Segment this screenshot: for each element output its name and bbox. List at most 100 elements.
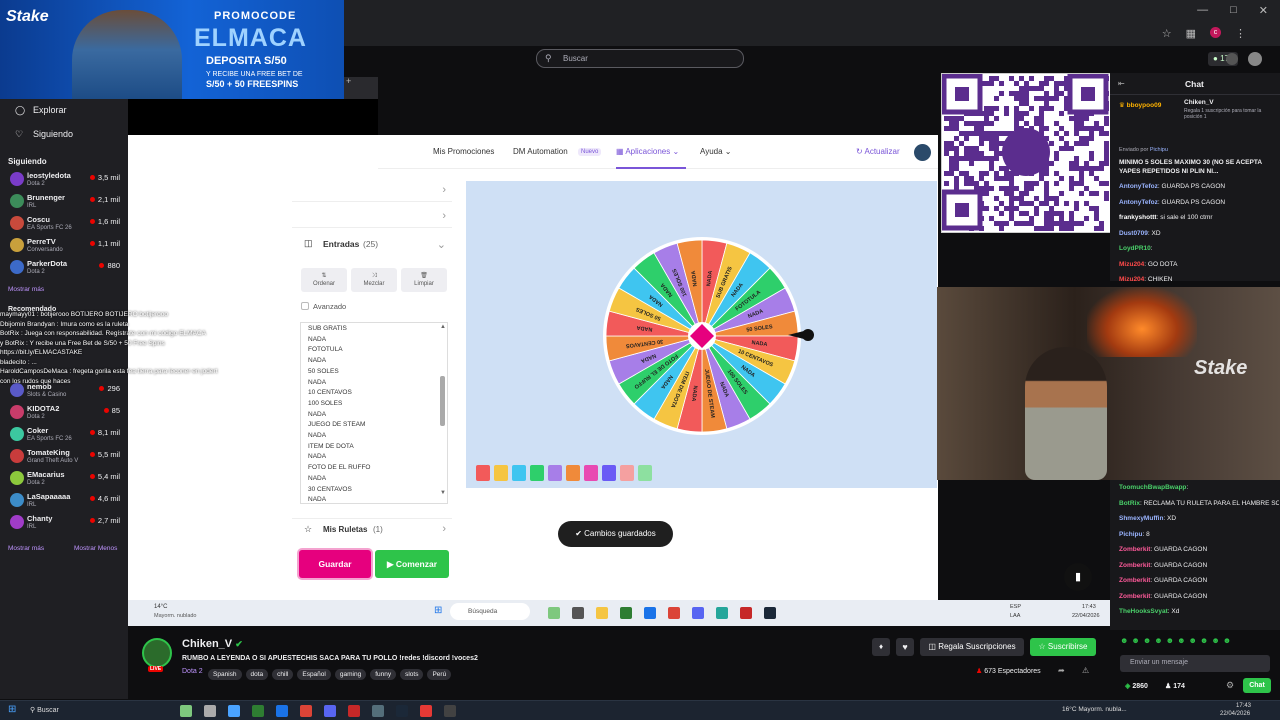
chat-message-user[interactable]: Mizu204 (1119, 276, 1144, 281)
palette-swatch[interactable] (566, 465, 580, 481)
taskbar-app-icon[interactable] (620, 607, 632, 619)
stream-game[interactable]: Dota 2 (182, 668, 203, 675)
notifications-bell-icon[interactable]: ♦ (872, 638, 890, 656)
nav-explorar[interactable]: ◯ Explorar (15, 105, 67, 116)
palette-swatch[interactable] (638, 465, 652, 481)
palette-swatch[interactable] (620, 465, 634, 481)
taskbar-app-icon[interactable] (716, 607, 728, 619)
taskbar-app-icon[interactable] (548, 607, 560, 619)
chat-message-user[interactable]: LoydPR10 (1119, 245, 1151, 252)
close-icon[interactable]: ✕ (1259, 4, 1268, 17)
chat-send-button[interactable]: Chat (1243, 678, 1271, 693)
show-less-recommended[interactable]: Mostrar Menos (74, 545, 117, 552)
chat-input[interactable]: Enviar un mensaje (1120, 655, 1270, 672)
chat-message-user[interactable]: ToomuchBwapBwapp (1119, 484, 1186, 491)
taskbar-app-icon[interactable] (324, 705, 336, 717)
channel-item[interactable]: Coscu EA Sports FC 26 1,6 mil (8, 214, 124, 234)
channel-item[interactable]: ParkerDota Dota 2 880 (8, 258, 124, 278)
settings-gear-icon[interactable]: ⚙ (1226, 680, 1234, 691)
channel-item[interactable]: Brunenger IRL 2,1 mil (8, 192, 124, 212)
taskbar-app-icon[interactable] (180, 705, 192, 717)
chat-message-user[interactable]: AntonyTefoz (1119, 199, 1158, 206)
chat-message-user[interactable]: AntonyTefoz (1119, 183, 1158, 190)
emote-row[interactable]: ☻☻☻☻☻☻☻☻☻☻ (1120, 636, 1270, 650)
chat-message-user[interactable]: ShmexyMuffin (1119, 515, 1163, 522)
channel-avatar[interactable] (142, 638, 172, 668)
minimize-icon[interactable]: — (1197, 4, 1208, 17)
extensions-icon[interactable]: ▦ (1186, 27, 1196, 40)
chat-message-user[interactable]: Zomberkit (1119, 577, 1150, 584)
taskbar-app-icon[interactable] (740, 607, 752, 619)
chat-message-user[interactable]: Mizu204 (1119, 261, 1144, 268)
search-input[interactable]: ⚲ Buscar (536, 49, 744, 68)
color-palette[interactable] (472, 465, 664, 481)
chat-message-user[interactable]: Dust0709 (1119, 230, 1148, 237)
palette-swatch[interactable] (602, 465, 616, 481)
palette-swatch[interactable] (530, 465, 544, 481)
user-avatar[interactable] (1226, 53, 1238, 65)
scroll-down-icon[interactable]: ▼ (440, 490, 446, 496)
taskbar-app-icon[interactable] (764, 607, 776, 619)
report-icon[interactable]: ⚠ (1082, 666, 1089, 675)
stream-tag[interactable]: Spanish (208, 669, 242, 680)
chat-message-user[interactable]: BotRix (1119, 500, 1140, 507)
channel-item[interactable]: Coker EA Sports FC 26 8,1 mil (8, 425, 124, 445)
stream-tag[interactable]: slots (400, 669, 424, 680)
channel-item[interactable]: LaSapaaaaa IRL 4,6 mil (8, 491, 124, 511)
update-button[interactable]: ↻ Actualizar (856, 147, 900, 156)
channel-points[interactable]: ◈ 2860 (1125, 682, 1148, 690)
palette-swatch[interactable] (548, 465, 562, 481)
channel-name-row[interactable]: Chiken_V ✔ (182, 638, 243, 650)
app-user-avatar[interactable] (914, 144, 931, 161)
entries-textarea[interactable]: SUB GRATIS NADA FOTOTULA NADA 50 SOLES NADA 10… (300, 322, 448, 504)
shuffle-button[interactable]: ⤨ Mezclar (351, 268, 397, 292)
channel-item[interactable]: TomateKing Grand Theft Auto V 5,5 mil (8, 447, 124, 467)
stream-tag[interactable]: dota (245, 669, 269, 680)
windows-start-icon[interactable]: ⊞ (8, 704, 16, 715)
stream-tag[interactable]: chill (272, 669, 294, 680)
chat-message-user[interactable]: Zomberkit (1119, 546, 1150, 553)
palette-swatch[interactable] (512, 465, 526, 481)
taskbar-app-icon[interactable] (444, 705, 456, 717)
taskbar-app-icon[interactable] (668, 607, 680, 619)
taskbar-app-icon[interactable] (276, 705, 288, 717)
prize-wheel[interactable]: NADA SUB GRATISNADAFOTOTULANADA50 SOLESNA… (602, 236, 802, 436)
save-button[interactable]: Guardar (299, 550, 371, 578)
collapsed-section-2[interactable]: › (292, 204, 452, 228)
channel-item[interactable]: PerreTV Conversando 1,1 mil (8, 236, 124, 256)
taskbar-app-icon[interactable] (596, 607, 608, 619)
taskbar-app-icon[interactable] (204, 705, 216, 717)
entries-header[interactable]: ◫ Entradas (25) ⌄ (292, 232, 452, 256)
windows-start-icon[interactable]: ⊞ (434, 605, 442, 616)
taskbar-app-icon[interactable] (372, 705, 384, 717)
stream-tag[interactable]: Español (297, 669, 331, 680)
taskbar-app-icon[interactable] (252, 705, 264, 717)
follow-heart-icon[interactable]: ♥ (896, 638, 914, 656)
channel-item[interactable]: EMacarius Dota 2 5,4 mil (8, 469, 124, 489)
inner-search-box[interactable]: Búsqueda (450, 603, 530, 620)
taskbar-search[interactable]: ⚲ Buscar (30, 706, 59, 714)
channel-item[interactable]: Chanty IRL 2,7 mil (8, 513, 124, 533)
collapse-chat-icon[interactable]: ⇤ (1118, 79, 1125, 88)
taskbar-app-icon[interactable] (572, 607, 584, 619)
collapsed-section-1[interactable]: › (292, 178, 452, 202)
nav-dm-automation[interactable]: DM Automation (513, 147, 568, 156)
channel-item[interactable]: leostyledota Dota 2 3,5 mil (8, 170, 124, 190)
palette-swatch[interactable] (584, 465, 598, 481)
sort-button[interactable]: ⇅ Ordenar (301, 268, 347, 292)
browser-tab-add[interactable]: + 05 (344, 76, 378, 108)
gift-subs-button[interactable]: ◫ Regala Suscripciones (920, 638, 1024, 656)
taskbar-app-icon[interactable] (300, 705, 312, 717)
palette-swatch[interactable] (494, 465, 508, 481)
subscribe-button[interactable]: ☆ Suscribirse (1030, 638, 1096, 656)
taskbar-app-icon[interactable] (420, 705, 432, 717)
account-avatar[interactable] (1248, 52, 1262, 66)
star-icon[interactable]: ☆ (1162, 27, 1172, 40)
chat-message-user[interactable]: Zomberkit (1119, 562, 1150, 569)
taskbar-app-icon[interactable] (692, 607, 704, 619)
share-icon[interactable]: ➦ (1058, 666, 1065, 675)
stream-tag[interactable]: funny (370, 669, 397, 680)
menu-icon[interactable]: ⋮ (1235, 27, 1246, 40)
scroll-up-icon[interactable]: ▲ (440, 324, 446, 330)
chat-message-user[interactable]: TheHooksSvyat (1119, 608, 1168, 615)
